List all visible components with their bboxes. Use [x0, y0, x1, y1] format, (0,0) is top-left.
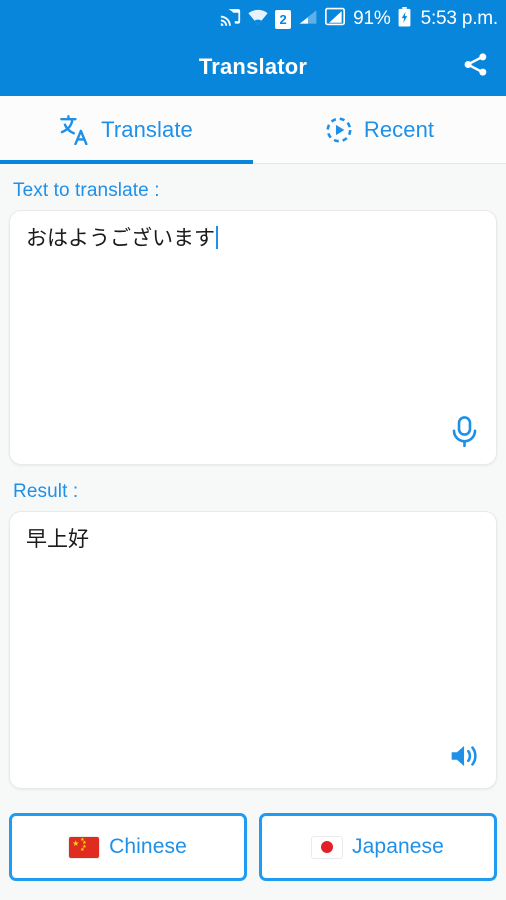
wifi-icon: [248, 8, 268, 31]
speak-result-button[interactable]: [444, 738, 484, 778]
cast-icon: [220, 8, 241, 31]
app-bar: Translator: [0, 38, 506, 96]
sim-2-icon: 2: [275, 9, 292, 29]
china-flag-big-star: ★: [72, 838, 80, 848]
status-bar: 2 91% 5:53 p.m.: [0, 0, 506, 38]
flag-japan-icon: [312, 836, 343, 858]
language-selector-row: ★ ★ ★ ★ ★ Chinese Japanese: [0, 789, 506, 881]
china-flag-small-star-4: ★: [80, 846, 85, 853]
share-button[interactable]: [458, 50, 492, 84]
japan-flag-disc: [321, 841, 334, 853]
status-bar-icons: 2 91% 5:53 p.m.: [220, 6, 499, 32]
status-bar-clock: 5:53 p.m.: [420, 8, 499, 29]
tab-recent-label: Recent: [363, 116, 435, 142]
result-card[interactable]: 早上好: [9, 511, 497, 789]
target-language-button-japanese[interactable]: Japanese: [259, 813, 497, 881]
tab-recent[interactable]: Recent: [253, 96, 506, 163]
voice-input-button[interactable]: [444, 414, 484, 454]
text-to-translate-input[interactable]: おはようございます: [10, 211, 496, 253]
microphone-icon: [451, 416, 478, 452]
text-to-translate-card[interactable]: おはようございます: [9, 210, 497, 465]
text-to-translate-value: おはようございます: [26, 227, 215, 250]
tab-translate-label: Translate: [101, 116, 193, 142]
result-value: 早上好: [26, 528, 89, 551]
target-language-label: Japanese: [352, 835, 444, 858]
share-icon: [462, 51, 489, 83]
history-icon: [325, 116, 353, 144]
signal-2-icon: [325, 7, 346, 31]
flag-china-icon: ★ ★ ★ ★ ★: [69, 836, 100, 858]
main-content: Text to translate : おはようございます Result : 早…: [0, 164, 506, 789]
tab-translate[interactable]: Translate: [0, 96, 253, 164]
source-language-button-chinese[interactable]: ★ ★ ★ ★ ★ Chinese: [9, 813, 247, 881]
battery-charging-icon: [398, 6, 411, 32]
signal-1-icon: [298, 8, 318, 31]
page-title: Translator: [198, 54, 308, 79]
tab-bar: Translate Recent: [0, 96, 506, 164]
battery-percentage: 91%: [353, 8, 391, 29]
translate-icon: [60, 114, 90, 145]
source-language-label: Chinese: [109, 835, 187, 858]
result-section-label: Result :: [13, 481, 79, 502]
text-cursor: [216, 226, 218, 249]
speaker-icon: [449, 742, 480, 775]
input-section-label: Text to translate :: [13, 180, 160, 201]
